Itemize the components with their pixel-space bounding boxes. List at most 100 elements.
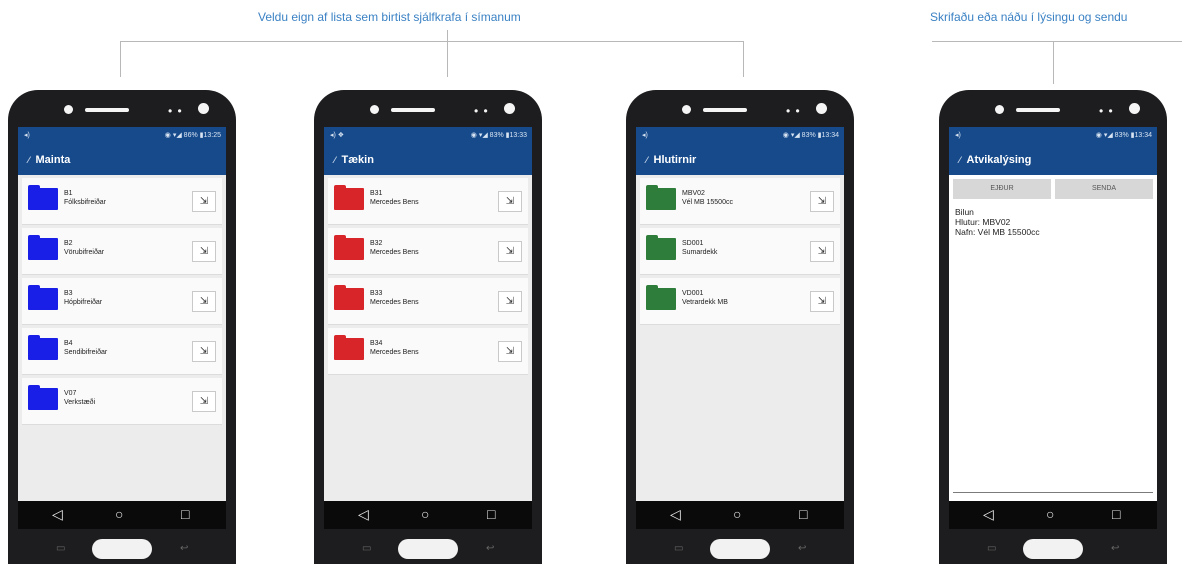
folder-icon — [646, 185, 676, 210]
status-left-icons: ◂) — [642, 132, 648, 139]
recent-apps-icon[interactable]: □ — [487, 506, 495, 522]
front-camera — [816, 103, 827, 114]
bracket-tick-center — [447, 30, 448, 77]
nav-icon[interactable]: ⁄ — [28, 155, 30, 165]
send-button[interactable]: SENDA — [1055, 179, 1153, 199]
select-cursor-icon[interactable]: ⇲ — [192, 291, 216, 312]
front-camera — [504, 103, 515, 114]
recent-apps-icon[interactable]: □ — [1112, 506, 1120, 522]
select-cursor-icon[interactable]: ⇲ — [498, 341, 522, 362]
sensor-dots: • • — [1099, 104, 1114, 118]
speaker-slot — [1016, 108, 1060, 112]
status-bar: ◂) ◉ ▾◢ 83% ▮13:34 — [636, 127, 844, 145]
select-cursor-icon[interactable]: ⇲ — [498, 241, 522, 262]
home-icon[interactable]: ○ — [421, 506, 429, 522]
screen-title: Atvikalýsing — [966, 154, 1032, 166]
list-item[interactable]: VD001 Vetrardekk MB ⇲ — [640, 278, 840, 325]
item-name: Sendibifreiðar — [64, 349, 108, 356]
phone-chin: ▭ ↩ — [314, 529, 542, 564]
folder-icon — [28, 335, 58, 360]
app-bar: ⁄ Tækin — [324, 145, 532, 175]
item-name: Vörubifreiðar — [64, 249, 105, 256]
item-code: B3 — [64, 290, 73, 297]
recent-apps-icon[interactable]: □ — [181, 506, 189, 522]
folder-icon — [334, 185, 364, 210]
speaker-slot — [703, 108, 747, 112]
status-right-icons: ◉ ▾◢ 83% ▮13:33 — [470, 132, 527, 139]
sensor-dot — [995, 105, 1004, 114]
sensor-dot — [682, 105, 691, 114]
nav-icon[interactable]: ⁄ — [334, 155, 336, 165]
android-navbar: ◁ ○ □ — [18, 501, 226, 529]
item-name: Mercedes Bens — [370, 249, 419, 256]
item-code: MBV02 — [682, 190, 705, 197]
item-code: B33 — [370, 290, 383, 297]
hardware-home-button[interactable] — [710, 539, 770, 559]
nav-icon[interactable]: ⁄ — [646, 155, 648, 165]
select-cursor-icon[interactable]: ⇲ — [810, 291, 834, 312]
list-item[interactable]: MBV02 Vél MB 15500cc ⇲ — [640, 178, 840, 225]
select-cursor-icon[interactable]: ⇲ — [192, 191, 216, 212]
list-item[interactable]: B31 Mercedes Bens ⇲ — [328, 178, 528, 225]
folder-icon — [28, 385, 58, 410]
item-name: Mercedes Bens — [370, 299, 419, 306]
list-item[interactable]: B33 Mercedes Bens ⇲ — [328, 278, 528, 325]
hardware-home-button[interactable] — [92, 539, 152, 559]
hardware-home-button[interactable] — [398, 539, 458, 559]
folder-icon — [28, 285, 58, 310]
home-icon[interactable]: ○ — [115, 506, 123, 522]
speaker-slot — [391, 108, 435, 112]
list-item[interactable]: B3 Hópbifreiðar ⇲ — [22, 278, 222, 325]
select-cursor-icon[interactable]: ⇲ — [192, 391, 216, 412]
select-cursor-icon[interactable]: ⇲ — [192, 241, 216, 262]
phone-mainta: • • ◂) ◉ ▾◢ 86% ▮13:25 ⁄ Mainta B1 Fólks… — [8, 90, 236, 564]
back-icon[interactable]: ◁ — [52, 506, 63, 523]
hardware-home-button[interactable] — [1023, 539, 1083, 559]
item-name: Mercedes Bens — [370, 349, 419, 356]
list-item[interactable]: B4 Sendibifreiðar ⇲ — [22, 328, 222, 375]
list-item[interactable]: B2 Vörubifreiðar ⇲ — [22, 228, 222, 275]
back-icon[interactable]: ◁ — [983, 506, 994, 523]
select-cursor-icon[interactable]: ⇲ — [810, 241, 834, 262]
bracket-tick-right-phone — [1053, 41, 1054, 84]
folder-icon — [28, 235, 58, 260]
folder-icon — [646, 285, 676, 310]
text-line: Hlutur: MBV02 — [955, 217, 1011, 227]
item-name: Vetrardekk MB — [682, 299, 728, 306]
caption-describe-send: Skrifaðu eða náðu í lýsingu og sendu — [930, 10, 1128, 24]
status-right-icons: ◉ ▾◢ 83% ▮13:34 — [1095, 132, 1152, 139]
nav-icon[interactable]: ⁄ — [959, 155, 961, 165]
back-icon[interactable]: ◁ — [358, 506, 369, 523]
recent-apps-icon[interactable]: □ — [799, 506, 807, 522]
list-item[interactable]: B1 Fólksbifreiðar ⇲ — [22, 178, 222, 225]
item-code: B31 — [370, 190, 383, 197]
folder-icon — [334, 235, 364, 260]
item-code: B4 — [64, 340, 73, 347]
home-icon[interactable]: ○ — [733, 506, 741, 522]
list-item[interactable]: V07 Verkstæði ⇲ — [22, 378, 222, 425]
back-icon[interactable]: ◁ — [670, 506, 681, 523]
list-item[interactable]: B34 Mercedes Bens ⇲ — [328, 328, 528, 375]
back-key-icon: ↩ — [180, 543, 189, 554]
home-icon[interactable]: ○ — [1046, 506, 1054, 522]
status-bar: ◂) ❖ ◉ ▾◢ 83% ▮13:33 — [324, 127, 532, 145]
select-cursor-icon[interactable]: ⇲ — [192, 341, 216, 362]
list-item[interactable]: SD001 Sumardekk ⇲ — [640, 228, 840, 275]
select-cursor-icon[interactable]: ⇲ — [498, 191, 522, 212]
phone-hlutirnir: • • ◂) ◉ ▾◢ 83% ▮13:34 ⁄ Hlutirnir MBV02… — [626, 90, 854, 564]
phone-chin: ▭ ↩ — [939, 529, 1167, 564]
back-key-icon: ↩ — [1111, 543, 1120, 554]
bracket-tick-left — [120, 41, 121, 77]
description-textarea[interactable]: Bilun Hlutur: MBV02 Nafn: Vél MB 15500cc — [949, 203, 1157, 241]
phone-taekin: • • ◂) ❖ ◉ ▾◢ 83% ▮13:33 ⁄ Tækin B31 Mer… — [314, 90, 542, 564]
app-bar: ⁄ Mainta — [18, 145, 226, 175]
android-navbar: ◁ ○ □ — [324, 501, 532, 529]
screen-title: Hlutirnir — [653, 154, 697, 166]
bracket-tick-right — [743, 41, 744, 77]
clear-button[interactable]: EJÐUR — [953, 179, 1051, 199]
item-name: Sumardekk — [682, 249, 718, 256]
folder-icon — [646, 235, 676, 260]
select-cursor-icon[interactable]: ⇲ — [810, 191, 834, 212]
list-item[interactable]: B32 Mercedes Bens ⇲ — [328, 228, 528, 275]
select-cursor-icon[interactable]: ⇲ — [498, 291, 522, 312]
